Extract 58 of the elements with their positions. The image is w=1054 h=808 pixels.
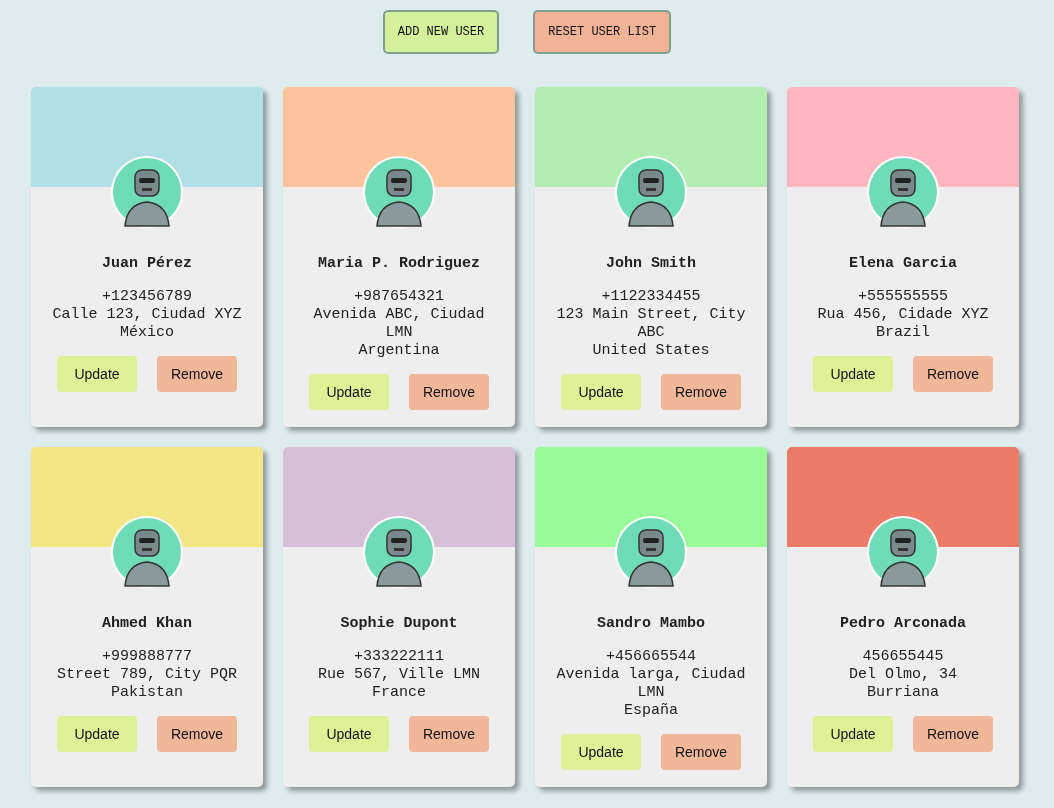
remove-button[interactable]: Remove [157,716,237,752]
user-phone: +987654321 [353,288,445,306]
update-button[interactable]: Update [813,356,893,392]
update-button[interactable]: Update [561,374,641,410]
remove-button[interactable]: Remove [913,716,993,752]
user-country: Argentina [357,342,441,360]
user-phone: +123456789 [101,288,193,306]
remove-button[interactable]: Remove [661,734,741,770]
update-button[interactable]: Update [309,374,389,410]
user-name: Juan Pérez [102,255,192,272]
user-country: France [371,684,427,702]
user-phone: +555555555 [857,288,949,306]
robot-avatar-icon [867,516,939,588]
action-button[interactable]: RESET USER LIST [533,10,672,54]
user-name: Ahmed Khan [102,615,192,632]
user-country: España [623,702,679,720]
user-name: Maria P. Rodriguez [318,255,480,272]
user-address: Del Olmo, 34 [849,666,957,684]
robot-avatar-icon [615,516,687,588]
user-name: Elena Garcia [849,255,957,272]
action-button[interactable]: ADD NEW USER [382,10,500,54]
robot-avatar-icon [615,156,687,228]
update-button[interactable]: Update [561,734,641,770]
robot-avatar-icon [363,156,435,228]
robot-avatar-icon [867,156,939,228]
user-country: Burriana [866,684,940,702]
update-button[interactable]: Update [57,716,137,752]
user-name: Sandro Mambo [597,615,705,632]
user-country: Brazil [875,324,931,342]
user-country: Pakistan [110,684,184,702]
robot-avatar-icon [111,156,183,228]
user-name: Pedro Arconada [840,615,966,632]
update-button[interactable]: Update [813,716,893,752]
remove-button[interactable]: Remove [661,374,741,410]
user-phone: 456655445 [861,648,945,666]
user-phone: +1122334455 [600,288,702,306]
remove-button[interactable]: Remove [913,356,993,392]
robot-avatar-icon [363,516,435,588]
user-address: Street 789, City PQR [57,666,237,684]
user-name: Sophie Dupont [340,615,458,632]
user-name: John Smith [606,255,696,272]
user-address: Rua 456, Cidade XYZ [817,306,989,324]
user-phone: +999888777 [101,648,193,666]
remove-button[interactable]: Remove [157,356,237,392]
user-phone: +456665544 [605,648,697,666]
user-address: Calle 123, Ciudad XYZ [52,306,242,324]
update-button[interactable]: Update [309,716,389,752]
user-country: México [119,324,175,342]
user-address: Avenida larga, Ciudad LMN [555,666,747,702]
user-address: 123 Main Street, City ABC [555,306,747,342]
remove-button[interactable]: Remove [409,374,489,410]
robot-avatar-icon [111,516,183,588]
user-address: Avenida ABC, Ciudad LMN [312,306,486,342]
user-address: Rue 567, Ville LMN [318,666,480,684]
update-button[interactable]: Update [57,356,137,392]
user-phone: +333222111 [353,648,445,666]
user-country: United States [591,342,711,360]
remove-button[interactable]: Remove [409,716,489,752]
